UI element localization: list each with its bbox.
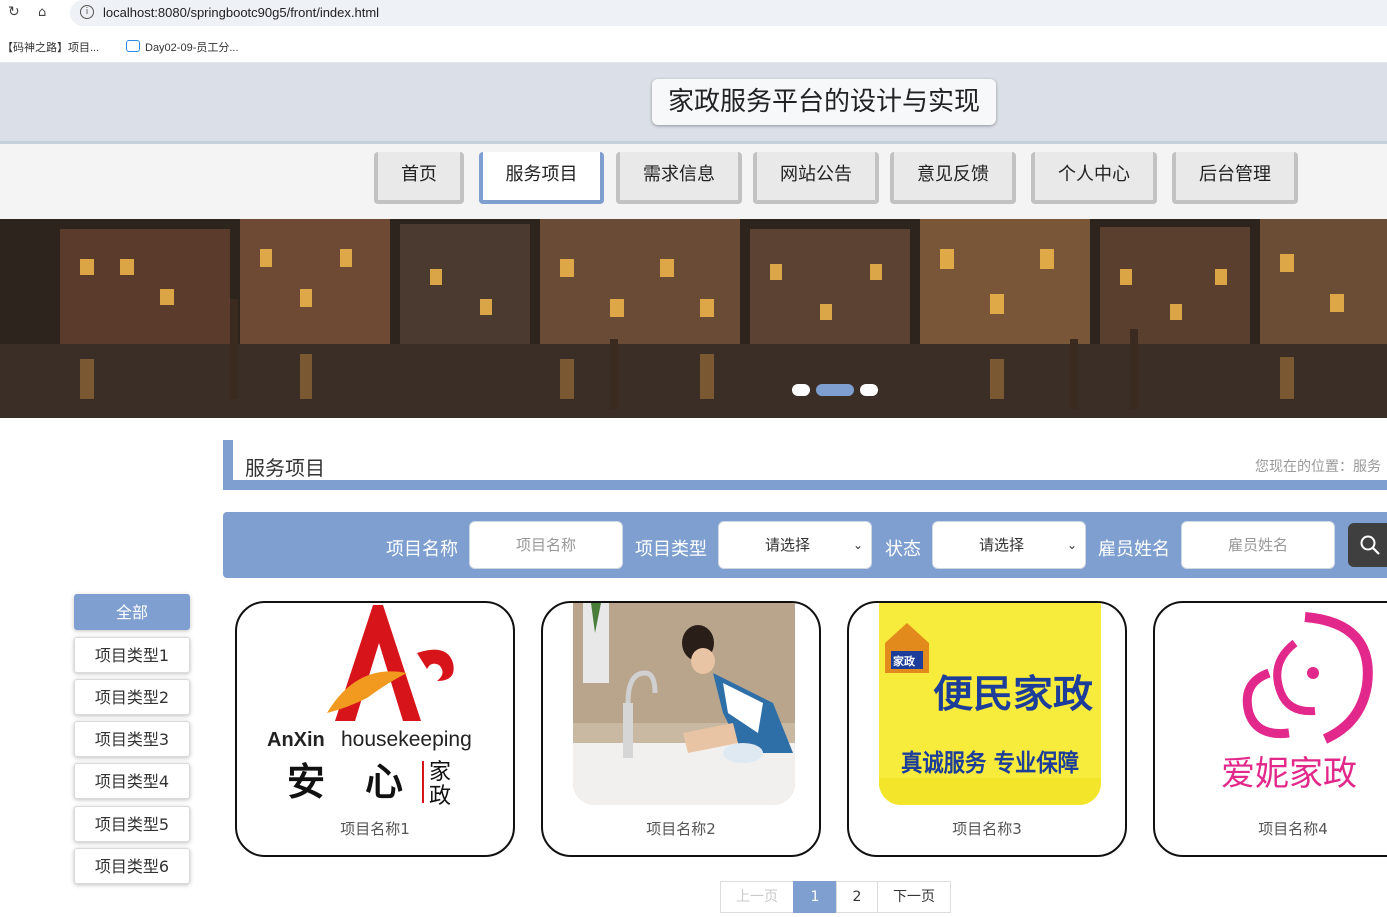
status-label: 状态	[885, 539, 921, 560]
category-type-1[interactable]: 项目类型1	[74, 637, 190, 673]
employee-input[interactable]: 雇员姓名	[1181, 521, 1335, 569]
category-type-3[interactable]: 项目类型3	[74, 721, 190, 757]
bookmark-2[interactable]: Day02-09-员工分...	[126, 39, 239, 55]
chevron-down-icon: ⌄	[852, 538, 863, 552]
nav-admin[interactable]: 后台管理	[1172, 152, 1298, 204]
nav-feedback[interactable]: 意见反馈	[890, 152, 1016, 204]
reload-icon[interactable]: ↻	[8, 4, 20, 20]
site-info-icon[interactable]: i	[80, 5, 94, 19]
home-icon[interactable]: ⌂	[38, 5, 46, 20]
bookmark-1[interactable]: 【码神之路】项目...	[2, 39, 99, 55]
logo-slogan: 真诚服务 专业保障	[901, 749, 1079, 777]
cleaner-photo	[573, 603, 795, 805]
service-card-3[interactable]: 家政 便民家政 真诚服务 专业保障 项目名称3	[847, 601, 1127, 857]
service-card-1[interactable]: AnXin housekeeping 安 心 家 政 项目名称1	[235, 601, 515, 857]
page-1-button[interactable]: 1	[793, 881, 837, 913]
carousel-dot-3[interactable]	[860, 384, 878, 396]
category-type-4[interactable]: 项目类型4	[74, 763, 190, 799]
service-card-4[interactable]: 爱妮家政 项目名称4	[1153, 601, 1387, 857]
type-label: 项目类型	[635, 539, 707, 560]
nav-home[interactable]: 首页	[374, 152, 464, 204]
name-label: 项目名称	[386, 539, 458, 560]
bookmarks-bar: 【码神之路】项目... Day02-09-员工分...	[0, 30, 1387, 63]
search-icon	[1360, 535, 1380, 555]
site-header: 家政服务平台的设计与实现	[0, 63, 1387, 144]
search-bar: 项目名称 项目名称 项目类型 请选择 ⌄ 状态 请选择 ⌄ 雇员姓名 雇员姓名	[223, 512, 1387, 578]
card-4-name: 项目名称4	[1258, 820, 1328, 838]
logo-cn-a: 安	[287, 759, 325, 804]
card-1-name: 项目名称1	[340, 820, 410, 838]
employee-label: 雇员姓名	[1098, 539, 1170, 560]
banner-image	[0, 219, 1387, 418]
logo-text: 爱妮家政	[1221, 754, 1357, 794]
service-card-2[interactable]: 项目名称2	[541, 601, 821, 857]
logo-cn-c: 家	[429, 760, 451, 785]
banner-carousel[interactable]	[0, 219, 1387, 418]
logo-en-b: housekeeping	[341, 728, 472, 751]
prev-page-button[interactable]: 上一页	[720, 881, 794, 913]
main-nav: 首页 服务项目 需求信息 网站公告 意见反馈 个人中心 后台管理	[0, 144, 1387, 219]
card-1-image: AnXin housekeeping 安 心 家 政	[267, 603, 489, 805]
type-select-value: 请选择	[765, 536, 811, 554]
card-2-name: 项目名称2	[646, 820, 716, 838]
next-page-button[interactable]: 下一页	[877, 881, 951, 913]
nav-demands[interactable]: 需求信息	[616, 152, 742, 204]
category-type-6[interactable]: 项目类型6	[74, 848, 190, 884]
name-input[interactable]: 项目名称	[469, 521, 623, 569]
site-title: 家政服务平台的设计与实现	[652, 79, 996, 125]
status-select-value: 请选择	[979, 536, 1025, 554]
card-3-image: 家政 便民家政 真诚服务 专业保障	[879, 603, 1101, 805]
breadcrumb: 您现在的位置：服务	[1255, 459, 1381, 475]
nav-profile[interactable]: 个人中心	[1031, 152, 1157, 204]
bookmark-1-label: 【码神之路】项目...	[2, 42, 100, 54]
logo-main-text: 便民家政	[933, 672, 1093, 716]
url-text[interactable]: localhost:8080/springbootc90g5/front/ind…	[103, 5, 379, 20]
logo-cn-d: 政	[429, 784, 451, 805]
section-title: 服务项目	[245, 456, 325, 480]
status-select[interactable]: 请选择 ⌄	[932, 521, 1086, 569]
nav-announcements[interactable]: 网站公告	[753, 152, 879, 204]
carousel-dot-1[interactable]	[792, 384, 810, 396]
aini-logo: 爱妮家政	[1221, 612, 1373, 794]
anxin-logo: AnXin housekeeping 安 心 家 政	[267, 605, 472, 805]
logo-badge: 家政	[893, 654, 916, 668]
category-type-2[interactable]: 项目类型2	[74, 679, 190, 715]
card-3-name: 项目名称3	[952, 820, 1022, 838]
card-2-image	[573, 603, 795, 805]
category-type-5[interactable]: 项目类型5	[74, 806, 190, 842]
bianmin-logo: 家政 便民家政 真诚服务 专业保障	[879, 603, 1101, 805]
logo-en-a: AnXin	[267, 729, 325, 751]
section-header: 服务项目 您现在的位置：服务	[223, 440, 1387, 490]
search-button[interactable]	[1348, 523, 1387, 567]
chevron-down-icon: ⌄	[1066, 538, 1077, 552]
type-select[interactable]: 请选择 ⌄	[718, 521, 872, 569]
page-2-button[interactable]: 2	[836, 881, 878, 913]
bookmark-2-label: Day02-09-员工分...	[145, 42, 239, 54]
card-4-image: 爱妮家政	[1185, 603, 1387, 805]
browser-address-bar: ↻ ⌂ i localhost:8080/springbootc90g5/fro…	[0, 0, 1387, 28]
category-all[interactable]: 全部	[74, 594, 190, 630]
logo-cn-b: 心	[365, 759, 403, 804]
nav-services[interactable]: 服务项目	[479, 152, 604, 204]
carousel-dot-2[interactable]	[816, 384, 854, 396]
bilibili-icon	[126, 40, 140, 52]
